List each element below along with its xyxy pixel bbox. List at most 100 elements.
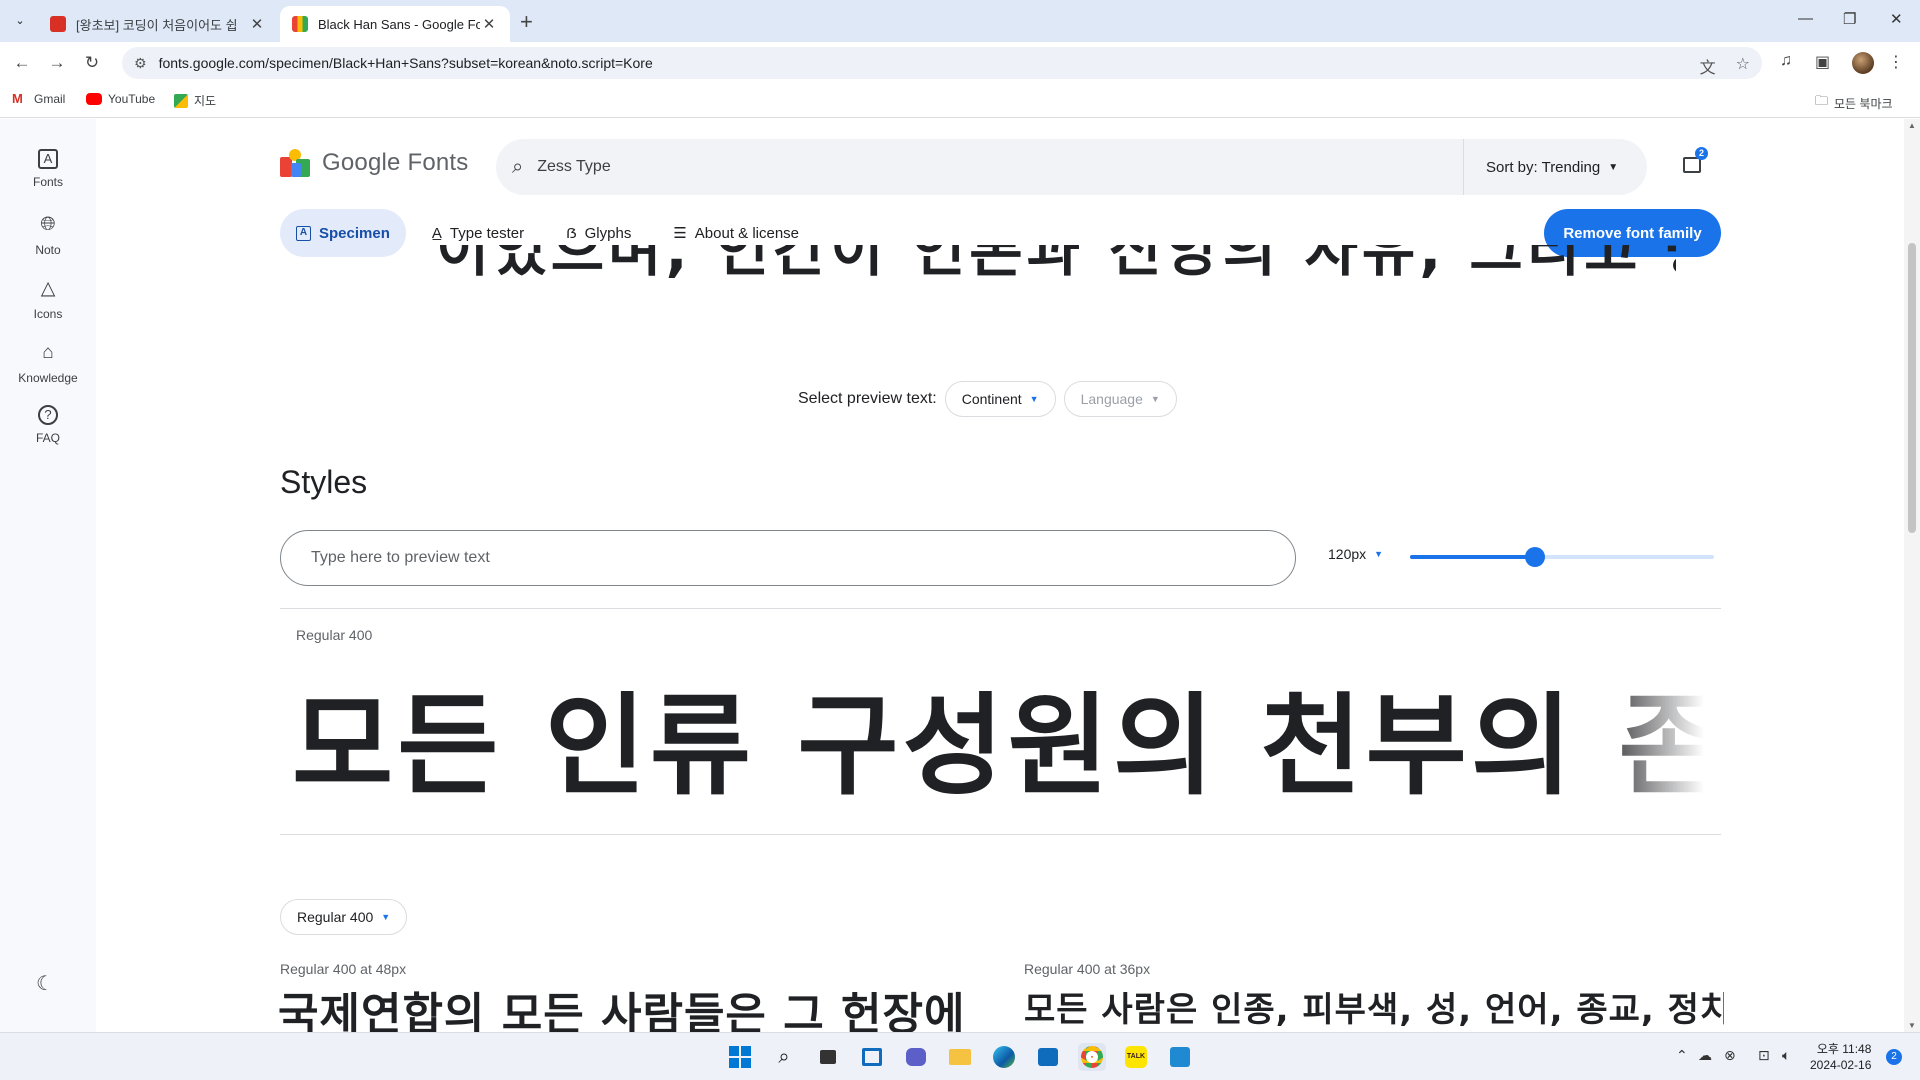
close-tab-icon[interactable]: ✕ — [480, 15, 498, 33]
rail-item-icons[interactable]: △ Icons — [0, 277, 96, 321]
side-panel-icon[interactable]: ▣ — [1815, 52, 1830, 72]
sample-text-36: 모든 사람은 인종, 피부색, 성, 언어, 종교, 정치적 — [1024, 990, 1724, 1030]
teams-chat-icon[interactable] — [902, 1043, 930, 1071]
school-icon: ⌂ — [42, 342, 54, 363]
scroll-up-icon[interactable]: ▲ — [1908, 121, 1916, 130]
language-dropdown[interactable]: Language ▼ — [1063, 381, 1177, 417]
preview-select-label: Select preview text: — [798, 390, 937, 407]
widgets-icon[interactable] — [858, 1043, 886, 1071]
sample-caption-36: Regular 400 at 36px — [1024, 961, 1151, 977]
minimize-icon[interactable]: — — [1798, 10, 1813, 27]
slider-thumb[interactable] — [1524, 547, 1545, 567]
preview-text-input[interactable] — [311, 549, 1246, 567]
help-icon: ? — [38, 405, 58, 425]
weight-dropdown[interactable]: Regular 400 ▼ — [280, 899, 408, 935]
rail-item-label: Fonts — [32, 175, 63, 189]
sample-caption-48: Regular 400 at 48px — [280, 961, 407, 977]
tab-search-button[interactable]: ⌄ — [8, 8, 32, 32]
styles-heading: Styles — [280, 464, 368, 500]
search-input[interactable]: Zess Type — [537, 158, 1546, 176]
browser-toolbar: ← → ↻ ⚙ fonts.google.com/specimen/Black+… — [0, 42, 1920, 84]
app-tray-icon[interactable]: ⊗ — [1724, 1047, 1736, 1064]
bookmark-youtube[interactable]: YouTube — [86, 92, 155, 106]
scrollbar-thumb[interactable] — [1908, 243, 1916, 533]
translate-icon[interactable]: 文 — [1700, 54, 1716, 78]
profile-avatar[interactable] — [1852, 52, 1874, 74]
font-size-value: 120px — [1328, 546, 1367, 562]
style-preview-sample[interactable]: 모든 인류 구성원의 천부의 존엄성 — [292, 671, 1704, 821]
chrome-icon[interactable] — [1078, 1043, 1106, 1071]
bookmark-star-icon[interactable]: ☆ — [1736, 54, 1750, 78]
logo-text: Google Fonts — [322, 149, 469, 176]
site-info-icon[interactable]: ⚙ — [134, 55, 147, 72]
article-icon: ☰ — [673, 225, 687, 242]
media-control-icon[interactable]: ♫ — [1780, 52, 1792, 70]
system-clock[interactable]: 오후 11:48 2024-02-16 — [1810, 1041, 1871, 1073]
task-view-icon[interactable] — [814, 1043, 842, 1071]
font-size-slider[interactable] — [1410, 547, 1714, 567]
preview-text-field[interactable] — [280, 530, 1296, 586]
caret-down-icon: ▼ — [1608, 161, 1619, 173]
notification-badge[interactable]: 2 — [1886, 1049, 1902, 1065]
caret-down-icon: ▼ — [1374, 549, 1384, 559]
continent-dropdown[interactable]: Continent ▼ — [944, 381, 1056, 417]
vscode-icon[interactable] — [1166, 1043, 1194, 1071]
font-search-bar[interactable]: ⌕ Zess Type ✕ — [496, 139, 1546, 195]
tab-specimen[interactable]: A Specimen — [280, 209, 406, 257]
tab-strip: ⌄ [왕초보] 코딩이 처음이어도 쉽 ✕ Black Han Sans - G… — [0, 0, 1920, 42]
forward-icon[interactable]: → — [45, 51, 69, 75]
tab-label: Type tester — [449, 224, 525, 242]
reload-icon[interactable]: ↻ — [80, 51, 104, 75]
back-icon[interactable]: ← — [10, 51, 34, 75]
tray-overflow-icon[interactable]: ⌃ — [1676, 1047, 1688, 1064]
youtube-icon — [86, 93, 102, 105]
store-icon[interactable] — [1034, 1043, 1062, 1071]
search-icon[interactable]: ⌕ — [770, 1043, 798, 1071]
rail-item-knowledge[interactable]: ⌂ Knowledge — [0, 341, 96, 385]
close-tab-icon[interactable]: ✕ — [248, 15, 266, 33]
tab-label: Glyphs — [584, 224, 632, 242]
kakaotalk-icon[interactable]: TALK — [1122, 1043, 1150, 1071]
address-bar[interactable]: ⚙ fonts.google.com/specimen/Black+Han+Sa… — [122, 47, 1762, 79]
bookmark-gmail[interactable]: M Gmail — [12, 91, 66, 107]
bookmarks-bar: M Gmail YouTube 지도 🗀 모든 북마크 — [0, 84, 1920, 118]
restore-icon[interactable]: ❐ — [1843, 10, 1856, 28]
main-content: Google Fonts ⌕ Zess Type ✕ Sort by: Tren… — [96, 119, 1904, 1032]
scroll-down-icon[interactable]: ▼ — [1908, 1021, 1916, 1030]
rail-item-noto[interactable]: 🌐︎ Noto — [0, 213, 96, 257]
gmail-icon: M — [12, 91, 23, 106]
selected-families-button[interactable]: 2 — [1682, 147, 1708, 173]
onedrive-icon[interactable]: ☁ — [1698, 1047, 1712, 1064]
google-fonts-logo[interactable]: Google Fonts — [280, 149, 468, 177]
preview-text-selector: Select preview text: Continent ▼ Languag… — [798, 381, 1177, 417]
rail-item-faq[interactable]: ? FAQ — [0, 405, 96, 445]
windows-start-icon[interactable] — [726, 1043, 754, 1071]
network-icon[interactable]: ⊡ — [1758, 1047, 1770, 1064]
google-fonts-favicon-icon — [292, 16, 308, 32]
page-scrollbar[interactable]: ▲ ▼ — [1904, 119, 1920, 1032]
sort-label: Sort by: Trending — [1486, 158, 1601, 176]
volume-icon[interactable]: 🔈︎ — [1782, 1047, 1790, 1064]
tab-label: About & license — [694, 224, 800, 242]
sample-block-36: 모든 사람은 인종, 피부색, 성, 언어, 종교, 정치적 — [1024, 987, 1724, 1032]
edge-icon[interactable] — [990, 1043, 1018, 1071]
menu-kebab-icon[interactable]: ⋮ — [1888, 52, 1904, 72]
sample-text-48: 국제연합의 모든 사람들은 그 헌장에 — [278, 989, 966, 1032]
caret-down-icon: ▼ — [1150, 394, 1160, 404]
close-window-icon[interactable]: ✕ — [1890, 10, 1903, 28]
bookmark-label: Gmail — [34, 92, 66, 106]
sort-dropdown[interactable]: Sort by: Trending ▼ — [1463, 139, 1647, 195]
font-size-dropdown[interactable]: 120px ▼ — [1328, 546, 1383, 562]
file-explorer-icon[interactable] — [946, 1043, 974, 1071]
tab-active[interactable]: Black Han Sans - Google Fonts ✕ — [280, 6, 510, 42]
tab-inactive[interactable]: [왕초보] 코딩이 처음이어도 쉽 ✕ — [38, 6, 278, 42]
all-bookmarks[interactable]: 🗀 모든 북마크 — [1815, 92, 1893, 114]
new-tab-icon[interactable]: + — [520, 9, 533, 35]
language-value: Language — [1080, 391, 1143, 407]
dark-mode-icon[interactable]: ☾ — [36, 971, 54, 996]
bookmark-label: 지도 — [194, 94, 217, 108]
rail-item-fonts[interactable]: A Fonts — [0, 149, 96, 189]
divider — [280, 608, 1721, 609]
bookmark-maps[interactable]: 지도 — [174, 92, 216, 109]
glyphs-icon: ẞ — [566, 224, 577, 242]
